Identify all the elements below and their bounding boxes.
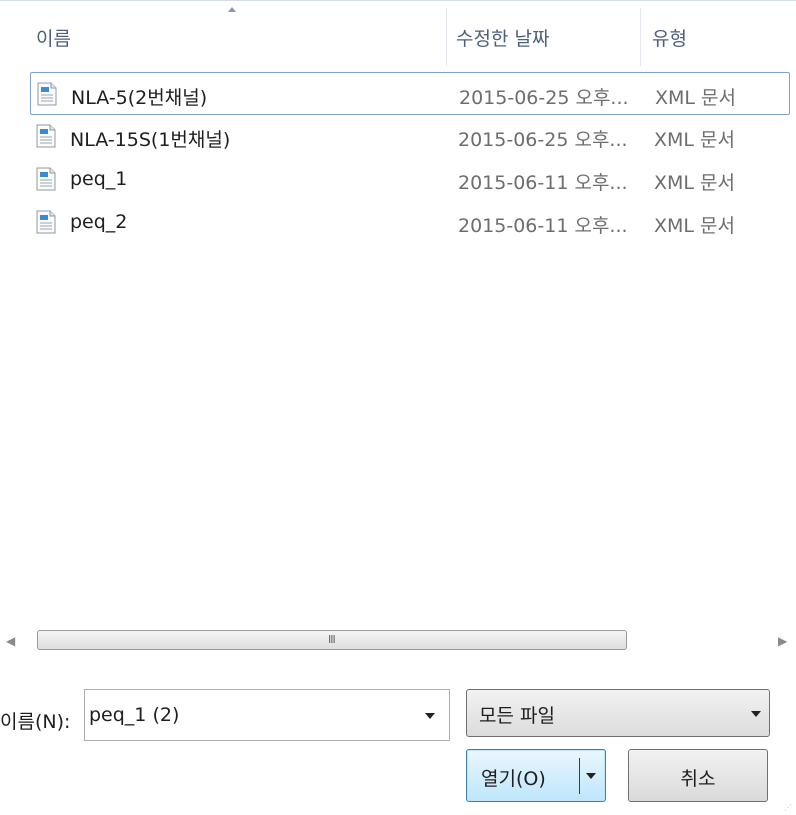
filename-input[interactable] <box>89 702 409 728</box>
top-border <box>0 0 796 1</box>
file-date: 2015-06-25 오후... <box>459 87 629 109</box>
xml-file-icon <box>36 210 56 234</box>
cancel-button[interactable]: 취소 <box>628 749 768 802</box>
file-type: XML 문서 <box>654 172 735 194</box>
file-row[interactable]: NLA-15S(1번채널) 2015-06-25 오후... XML 문서 <box>30 115 790 158</box>
xml-file-icon <box>36 124 56 148</box>
chevron-down-icon[interactable] <box>751 711 761 717</box>
file-date: 2015-06-25 오후... <box>458 129 628 151</box>
file-name: NLA-15S(1번채널) <box>70 129 231 151</box>
file-list[interactable]: NLA-5(2번채널) 2015-06-25 오후... XML 문서 NLA-… <box>24 70 796 630</box>
scrollbar-grip-icon: III <box>328 633 336 646</box>
column-header-date[interactable]: 수정한 날짜 <box>456 24 549 51</box>
file-name: peq_1 <box>70 168 128 190</box>
split-divider <box>579 758 580 794</box>
horizontal-scrollbar[interactable]: ◀ III ▶ <box>0 628 796 654</box>
column-divider[interactable] <box>446 8 447 66</box>
file-date: 2015-06-11 오후... <box>458 172 628 194</box>
file-type: XML 문서 <box>654 215 735 237</box>
column-divider[interactable] <box>640 8 641 66</box>
file-row[interactable]: peq_1 2015-06-11 오후... XML 문서 <box>30 158 790 201</box>
xml-file-icon <box>36 167 56 191</box>
file-type-selected: 모든 파일 <box>479 705 555 727</box>
file-type: XML 문서 <box>654 129 735 151</box>
column-header-name[interactable]: 이름 <box>36 24 71 51</box>
xml-file-icon <box>37 82 57 106</box>
column-header-type[interactable]: 유형 <box>652 24 687 51</box>
scroll-left-icon[interactable]: ◀ <box>6 634 15 648</box>
file-type: XML 문서 <box>655 87 736 109</box>
scroll-right-icon[interactable]: ▶ <box>778 634 787 648</box>
file-date: 2015-06-11 오후... <box>458 215 628 237</box>
cancel-button-label: 취소 <box>680 768 716 790</box>
resize-grip-icon[interactable]: ⋰ <box>784 803 794 813</box>
file-name: NLA-5(2번채널) <box>71 87 208 109</box>
file-row[interactable]: NLA-5(2번채널) 2015-06-25 오후... XML 문서 <box>30 72 790 115</box>
filename-combobox[interactable] <box>84 689 450 741</box>
file-type-select[interactable]: 모든 파일 <box>466 689 770 737</box>
scrollbar-thumb[interactable]: III <box>37 630 627 650</box>
open-options-chevron-icon[interactable] <box>586 773 596 779</box>
open-button-label: 열기(O) <box>481 768 546 790</box>
column-header: 이름 수정한 날짜 유형 <box>0 7 796 68</box>
open-button[interactable]: 열기(O) <box>466 749 606 802</box>
sort-ascending-icon <box>228 7 236 12</box>
file-row[interactable]: peq_2 2015-06-11 오후... XML 문서 <box>30 201 790 244</box>
chevron-down-icon[interactable] <box>425 713 435 719</box>
file-name: peq_2 <box>70 211 128 233</box>
filename-label: 이름(N): <box>0 711 71 733</box>
